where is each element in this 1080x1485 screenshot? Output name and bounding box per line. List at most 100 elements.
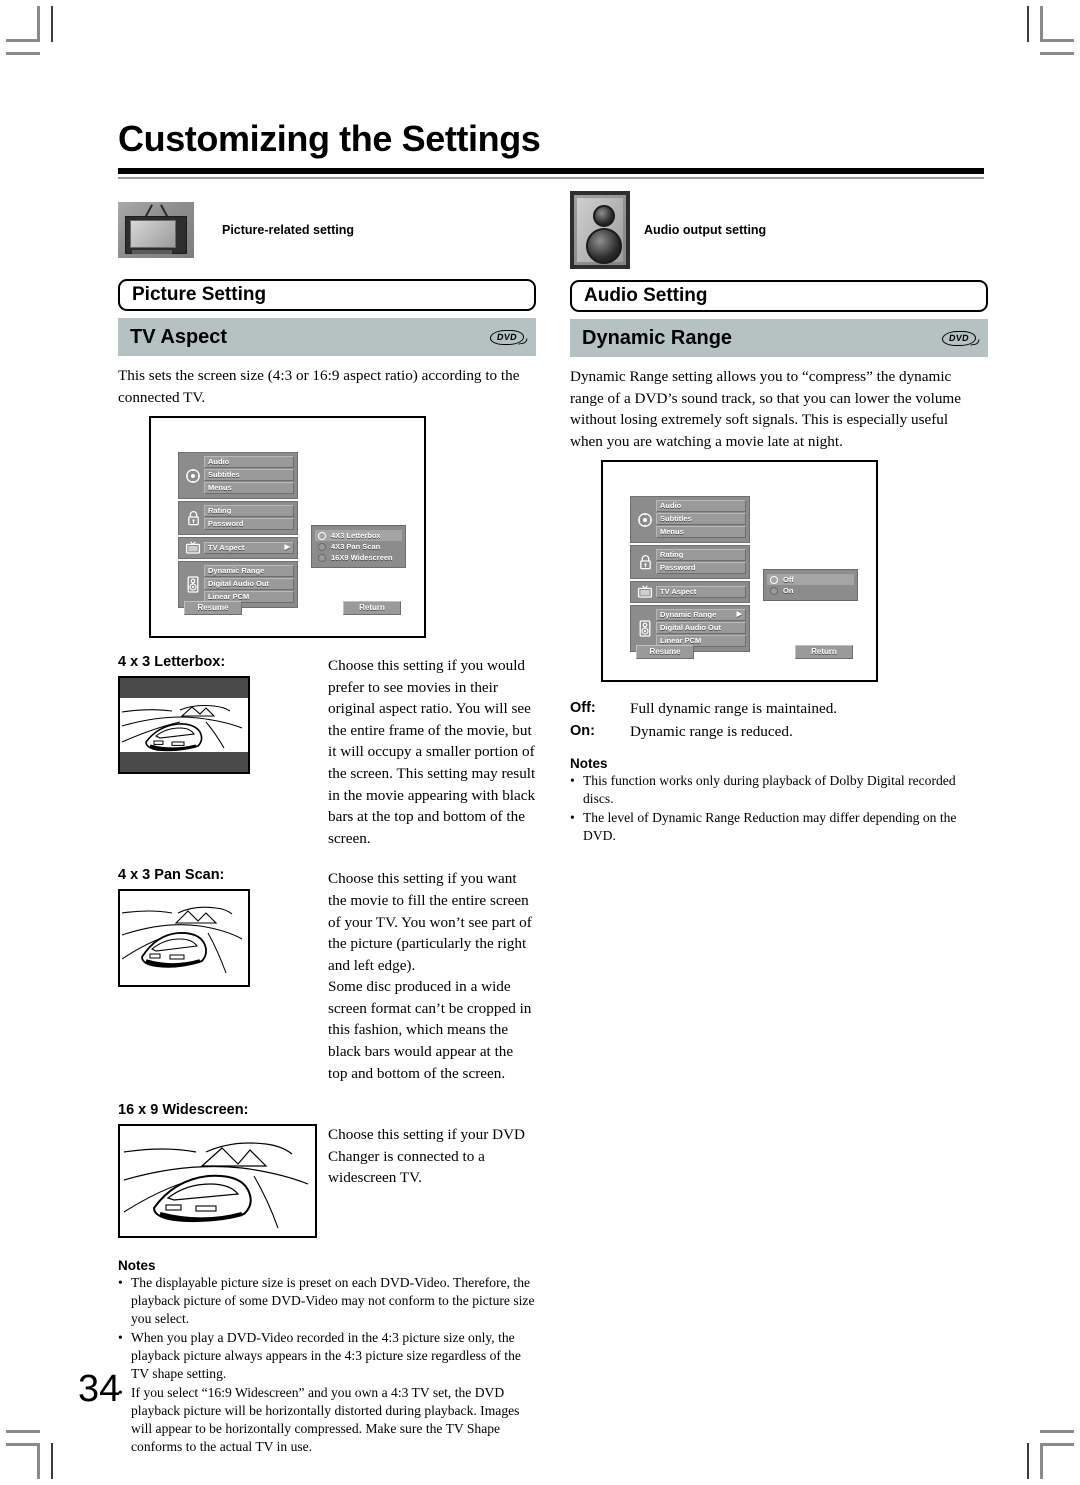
osd-item-label: TV Aspect <box>660 586 697 596</box>
value-row-on: On: Dynamic range is reduced. <box>570 721 988 744</box>
crop-mark-br-v <box>1040 1443 1043 1479</box>
osd-menu-groups: Audio Subtitles Menus Rating Password TV… <box>178 452 298 610</box>
value-row-off: Off: Full dynamic range is maintained. <box>570 698 988 721</box>
osd-item-rating[interactable]: Rating <box>656 549 746 562</box>
osd-resume-button[interactable]: Resume <box>184 601 242 616</box>
osd-resume-button[interactable]: Resume <box>636 645 694 660</box>
note-text: The displayable picture size is preset o… <box>131 1275 535 1327</box>
crop-mark-bl-v2 <box>51 1443 53 1479</box>
speaker-icon <box>570 191 630 269</box>
audio-setting-badge: Audio output setting <box>570 188 988 272</box>
osd-group-parental: Rating Password <box>178 501 298 536</box>
note-text: The level of Dynamic Range Reduction may… <box>583 809 957 843</box>
speaker-icon <box>634 609 656 648</box>
osd-option-off[interactable]: Off <box>767 574 854 586</box>
crop-mark-tl-h2 <box>6 52 40 55</box>
radio-icon <box>318 542 326 551</box>
picture-notes: Notes • The displayable picture size is p… <box>118 1258 536 1455</box>
osd-option-label: On <box>783 586 794 596</box>
sub-header-dynamic-range-label: Dynamic Range <box>582 326 733 349</box>
osd-item-label: Subtitles <box>660 514 692 524</box>
osd-items: Rating Password <box>204 505 294 531</box>
dvd-disc-icon: DVD <box>941 330 978 346</box>
osd-item-dynamic-range[interactable]: Dynamic Range <box>204 565 294 578</box>
osd-item-menus[interactable]: Menus <box>656 526 746 539</box>
osd-item-label: TV Aspect <box>208 542 245 552</box>
entry-visual: 16 x 9 Widescreen: <box>118 1102 326 1239</box>
osd-items: TV Aspect <box>656 585 746 599</box>
osd-item-label: Rating <box>208 506 232 516</box>
value-text: Dynamic range is reduced. <box>630 723 793 741</box>
osd-item-digital-audio-out[interactable]: Digital Audio Out <box>656 622 746 635</box>
osd-return-button[interactable]: Return <box>795 645 853 660</box>
entry-label: 4 x 3 Letterbox: <box>118 654 226 671</box>
right-column: Audio output setting Audio Setting Dynam… <box>570 188 988 846</box>
crop-mark-tl-h <box>6 39 40 42</box>
osd-group-picture: TV Aspect <box>630 581 750 604</box>
osd-item-subtitles[interactable]: Subtitles <box>204 469 294 482</box>
section-box-picture-setting-label: Picture Setting <box>132 284 267 305</box>
crop-mark-tr-h2 <box>1040 52 1074 55</box>
tv-aspect-intro: This sets the screen size (4:3 or 16:9 a… <box>118 367 520 406</box>
osd-items: Dynamic Range Digital Audio Out Linear P… <box>204 565 294 604</box>
osd-item-rating[interactable]: Rating <box>204 505 294 518</box>
osd-items: TV Aspect ▶ <box>204 541 294 555</box>
note-text: When you play a DVD-Video recorded in th… <box>131 1329 521 1381</box>
osd-item-subtitles[interactable]: Subtitles <box>656 513 746 526</box>
notes-heading: Notes <box>570 755 608 771</box>
osd-option-panel-tv-aspect: 4X3 Letterbox 4X3 Pan Scan 16X9 Widescre… <box>311 525 406 569</box>
osd-option-4x3-letterbox[interactable]: 4X3 Letterbox <box>315 530 402 542</box>
crop-mark-tl-v <box>37 6 40 42</box>
note-item: • This function works only during playbac… <box>570 772 988 808</box>
value-text: Full dynamic range is maintained. <box>630 700 838 718</box>
osd-item-label: Password <box>660 563 696 573</box>
tv-icon <box>634 585 656 599</box>
osd-item-password[interactable]: Password <box>656 562 746 575</box>
osd-screenshot-dynamic-range: Audio Subtitles Menus Rating Password TV… <box>601 460 878 683</box>
osd-item-audio[interactable]: Audio <box>204 456 294 469</box>
car-widescreen-illustration <box>118 1124 317 1239</box>
bullet-icon: • <box>570 772 575 788</box>
osd-option-16x9-widescreen[interactable]: 16X9 Widescreen <box>315 552 402 563</box>
crop-mark-tr-v <box>1040 6 1043 42</box>
entry-description: Choose this setting if you want the movi… <box>328 870 532 1082</box>
car-letterbox-illustration <box>118 676 250 775</box>
osd-option-label: 4X3 Letterbox <box>331 531 381 541</box>
osd-item-audio[interactable]: Audio <box>656 500 746 513</box>
section-box-audio-setting: Audio Setting <box>570 280 988 312</box>
dvd-disc-icon: DVD <box>489 329 526 345</box>
osd-item-dynamic-range[interactable]: Dynamic Range ▶ <box>656 609 746 622</box>
note-item: • The displayable picture size is preset … <box>118 1274 536 1328</box>
crop-mark-bl-h <box>6 1443 40 1446</box>
entry-label: 16 x 9 Widescreen: <box>118 1102 249 1119</box>
osd-menu-groups: Audio Subtitles Menus Rating Password TV… <box>630 496 750 654</box>
crop-mark-tl-v2 <box>51 6 53 42</box>
sub-header-tv-aspect: TV Aspect DVD <box>118 318 536 356</box>
note-text: If you select “16:9 Widescreen” and you … <box>131 1384 520 1454</box>
osd-option-label: Off <box>783 575 794 585</box>
crop-mark-tr-v2 <box>1027 6 1029 42</box>
osd-item-tv-aspect[interactable]: TV Aspect ▶ <box>204 541 294 554</box>
notes-heading: Notes <box>118 1258 156 1274</box>
osd-item-label: Rating <box>660 550 684 560</box>
value-key: Off: <box>570 700 596 717</box>
section-box-audio-setting-label: Audio Setting <box>584 285 708 306</box>
left-column: Picture-related setting Picture Setting … <box>118 195 536 1457</box>
radio-icon <box>770 575 778 584</box>
osd-group-playback: Audio Subtitles Menus <box>630 496 750 544</box>
crop-mark-bl-h2 <box>6 1430 40 1433</box>
osd-return-button[interactable]: Return <box>343 601 401 616</box>
osd-option-panel-dynamic-range: Off On <box>763 569 858 602</box>
value-key: On: <box>570 723 595 740</box>
osd-item-menus[interactable]: Menus <box>204 482 294 495</box>
page-title: Customizing the Settings <box>118 118 541 159</box>
osd-group-picture: TV Aspect ▶ <box>178 537 298 560</box>
osd-item-digital-audio-out[interactable]: Digital Audio Out <box>204 578 294 591</box>
osd-option-4x3-pan-scan[interactable]: 4X3 Pan Scan <box>315 541 402 552</box>
osd-option-on[interactable]: On <box>767 585 854 596</box>
entry-label: 4 x 3 Pan Scan: <box>118 867 225 884</box>
osd-item-password[interactable]: Password <box>204 518 294 531</box>
osd-item-tv-aspect[interactable]: TV Aspect <box>656 585 746 598</box>
picture-setting-badge: Picture-related setting <box>118 195 536 265</box>
osd-items: Audio Subtitles Menus <box>656 500 746 539</box>
